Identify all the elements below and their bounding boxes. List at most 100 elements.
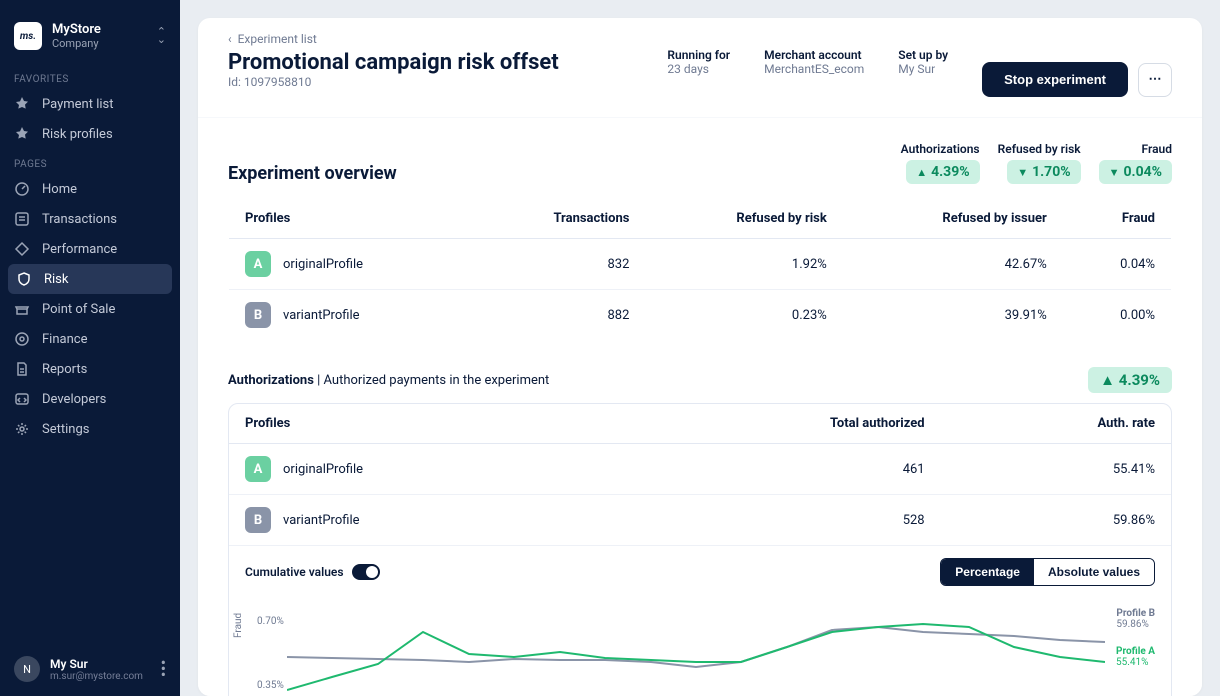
more-button[interactable]: ⋯ xyxy=(1138,63,1172,97)
arrow-up-icon: ▲ xyxy=(1100,371,1119,389)
sidebar-item-performance[interactable]: Performance xyxy=(0,234,180,264)
col-transactions: Transactions xyxy=(471,199,645,239)
col-refused-risk: Refused by risk xyxy=(645,199,842,239)
sidebar-item-pos[interactable]: Point of Sale xyxy=(0,294,180,324)
org-switcher[interactable]: ms. MyStore Company ⌃⌄ xyxy=(0,16,180,64)
avatar[interactable]: N xyxy=(14,656,40,682)
sidebar-item-payment-list[interactable]: Payment list xyxy=(0,89,180,119)
col-profiles: Profiles xyxy=(229,404,615,444)
table-row[interactable]: AoriginalProfile 461 55.41% xyxy=(229,444,1171,495)
profile-name: originalProfile xyxy=(283,257,363,272)
sidebar-item-home[interactable]: Home xyxy=(0,174,180,204)
page-card: ‹ Experiment list Promotional campaign r… xyxy=(198,18,1202,696)
stat-authorizations-pill: ▲4.39% xyxy=(906,160,979,184)
col-profiles: Profiles xyxy=(229,199,472,239)
meta-running-label: Running for xyxy=(667,48,730,62)
breadcrumb-back[interactable]: ‹ Experiment list xyxy=(228,32,559,46)
col-refused-issuer: Refused by issuer xyxy=(843,199,1063,239)
chart-mode-segment[interactable]: Percentage Absolute values xyxy=(940,558,1155,586)
profile-badge-a: A xyxy=(245,456,271,482)
overview-stats: Authorizations ▲4.39% Refused by risk ▼1… xyxy=(901,142,1172,184)
cumulative-toggle[interactable] xyxy=(352,564,380,580)
sidebar-item-transactions[interactable]: Transactions xyxy=(0,204,180,234)
auth-table: Profiles Total authorized Auth. rate Aor… xyxy=(229,404,1171,545)
store-icon xyxy=(14,301,30,317)
arrow-down-icon: ▼ xyxy=(1109,166,1120,179)
stat-refused-risk-label: Refused by risk xyxy=(998,142,1081,156)
sidebar-item-label: Performance xyxy=(42,242,117,257)
document-icon xyxy=(14,361,30,377)
seg-percentage[interactable]: Percentage xyxy=(941,559,1034,585)
sidebar-item-label: Payment list xyxy=(42,97,114,112)
page-id: Id: 1097958810 xyxy=(228,75,559,89)
overview-title: Experiment overview xyxy=(228,163,397,184)
cell-val: 39.91% xyxy=(843,290,1063,341)
sidebar-footer: N My Sur m.sur@mystore.com ••• xyxy=(0,642,180,696)
line-chart xyxy=(287,602,1105,696)
sidebar-item-label: Transactions xyxy=(42,212,117,227)
sidebar-item-reports[interactable]: Reports xyxy=(0,354,180,384)
cell-val: 42.67% xyxy=(843,239,1063,290)
profile-name: originalProfile xyxy=(283,462,363,477)
chart-area: Fraud 0.70% 0.35% Profile B 59.86% Profi… xyxy=(229,598,1171,696)
gauge-icon xyxy=(14,181,30,197)
gear-icon xyxy=(14,421,30,437)
diamond-icon xyxy=(14,241,30,257)
star-icon xyxy=(14,96,30,112)
cell-val: 882 xyxy=(471,290,645,341)
profile-name: variantProfile xyxy=(283,513,360,528)
sidebar-item-label: Risk xyxy=(44,272,68,287)
stop-experiment-button[interactable]: Stop experiment xyxy=(982,62,1128,97)
user-email: m.sur@mystore.com xyxy=(50,671,143,682)
cell-val: 0.04% xyxy=(1063,239,1172,290)
breadcrumb-label: Experiment list xyxy=(238,32,317,46)
meta-running-value: 23 days xyxy=(667,62,730,76)
profile-badge-a: A xyxy=(245,251,271,277)
table-row[interactable]: BvariantProfile 882 0.23% 39.91% 0.00% xyxy=(229,290,1172,341)
sidebar-item-label: Developers xyxy=(42,392,106,407)
meta-merchant-value: MerchantES_ecom xyxy=(764,62,864,76)
col-fraud: Fraud xyxy=(1063,199,1172,239)
sidebar-item-label: Reports xyxy=(42,362,87,377)
page-body[interactable]: Experiment overview Authorizations ▲4.39… xyxy=(198,117,1202,696)
sidebar: ms. MyStore Company ⌃⌄ FAVORITES Payment… xyxy=(0,0,180,696)
authorizations-delta-pill: ▲ 4.39% xyxy=(1088,367,1172,393)
table-row[interactable]: AoriginalProfile 832 1.92% 42.67% 0.04% xyxy=(229,239,1172,290)
yaxis-tick: 0.35% xyxy=(257,680,284,691)
cell-val: 0.23% xyxy=(645,290,842,341)
table-row[interactable]: BvariantProfile 528 59.86% xyxy=(229,495,1171,546)
kebab-icon[interactable]: ••• xyxy=(161,661,166,677)
cumulative-label: Cumulative values xyxy=(245,565,344,579)
nav-heading-favorites: FAVORITES xyxy=(0,64,180,89)
sidebar-item-finance[interactable]: Finance xyxy=(0,324,180,354)
sidebar-item-label: Settings xyxy=(42,422,89,437)
org-name: MyStore xyxy=(52,22,157,37)
yaxis-tick: 0.70% xyxy=(257,616,284,627)
main: ‹ Experiment list Promotional campaign r… xyxy=(180,0,1220,696)
series-label-b: Profile B 59.86% xyxy=(1116,608,1155,630)
cell-val: 59.86% xyxy=(941,495,1171,546)
col-auth-rate: Auth. rate xyxy=(941,404,1171,444)
cell-val: 461 xyxy=(615,444,941,495)
series-label-a: Profile A 55.41% xyxy=(1116,646,1155,668)
nav-heading-pages: PAGES xyxy=(0,149,180,174)
stat-refused-risk-pill: ▼1.70% xyxy=(1007,160,1080,184)
sidebar-item-developers[interactable]: Developers xyxy=(0,384,180,414)
profile-badge-b: B xyxy=(245,302,271,328)
arrow-down-icon: ▼ xyxy=(1017,166,1028,179)
cell-val: 832 xyxy=(471,239,645,290)
sidebar-item-risk[interactable]: Risk xyxy=(8,264,172,294)
meta-setup-label: Set up by xyxy=(898,48,948,62)
sidebar-item-settings[interactable]: Settings xyxy=(0,414,180,444)
chart-controls: Cumulative values Percentage Absolute va… xyxy=(229,545,1171,598)
stat-fraud-pill: ▼0.04% xyxy=(1099,160,1172,184)
org-subtitle: Company xyxy=(52,37,157,50)
sidebar-item-risk-profiles[interactable]: Risk profiles xyxy=(0,119,180,149)
org-logo: ms. xyxy=(14,22,42,50)
sidebar-item-label: Risk profiles xyxy=(42,127,113,142)
overview-section-header: Experiment overview Authorizations ▲4.39… xyxy=(228,142,1172,184)
seg-absolute[interactable]: Absolute values xyxy=(1034,559,1154,585)
profile-badge-b: B xyxy=(245,507,271,533)
chevron-updown-icon: ⌃⌄ xyxy=(157,28,166,44)
shield-icon xyxy=(16,271,32,287)
